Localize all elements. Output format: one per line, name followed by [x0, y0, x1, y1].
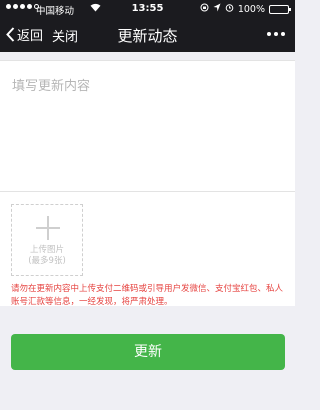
content-policy-warning: 请勿在更新内容中上传支付二维码或引导用户发微信、支付宝红包、私人账号汇款等信息，…	[11, 284, 284, 307]
battery-percent: 100%	[237, 3, 265, 15]
upload-section: 上传图片 (最多9张) 请勿在更新内容中上传支付二维码或引导用户发微信、支付宝红…	[0, 192, 295, 307]
more-options-icon[interactable]	[267, 32, 285, 36]
battery-icon	[269, 4, 291, 14]
upload-image-button[interactable]: 上传图片 (最多9张)	[11, 204, 83, 276]
plus-icon	[36, 216, 60, 240]
orientation-lock-icon	[200, 3, 209, 15]
alarm-icon	[225, 3, 234, 15]
top-bar: 中国移动 13:55 100% 返回 关闭 更新动态	[0, 0, 295, 52]
page-title: 更新动态	[117, 27, 178, 45]
navigation-bar: 返回 关闭 更新动态	[0, 18, 295, 52]
update-content-input[interactable]	[0, 61, 295, 191]
update-content-editor	[0, 60, 295, 192]
location-icon	[213, 3, 221, 15]
update-button[interactable]: 更新	[11, 334, 285, 370]
upload-limit-label: (最多9张)	[28, 256, 66, 266]
status-bar: 中国移动 13:55 100%	[0, 0, 295, 18]
upload-image-label: 上传图片	[29, 245, 64, 255]
